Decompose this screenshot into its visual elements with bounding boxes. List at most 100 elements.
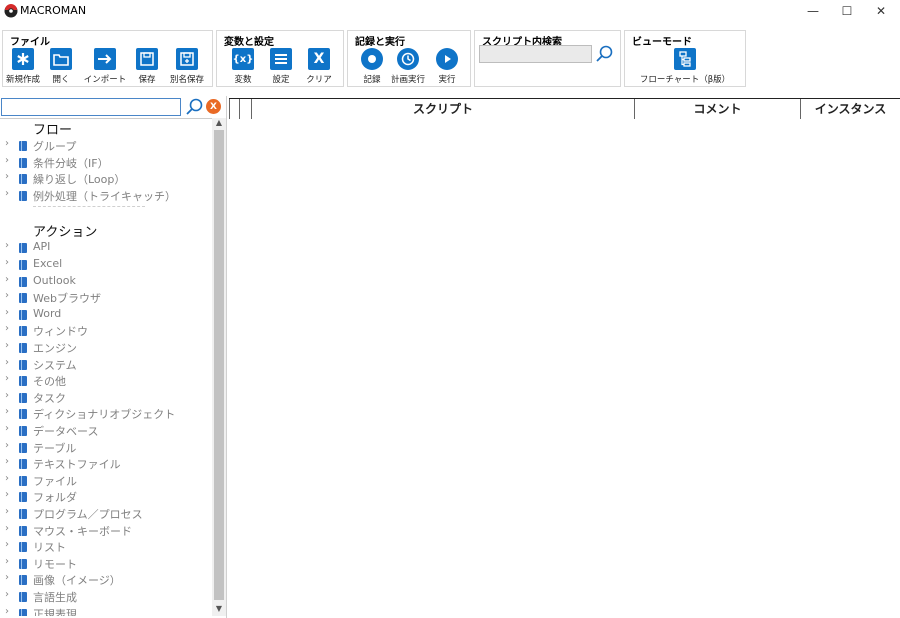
tree-item[interactable]: › Outlook (0, 274, 210, 290)
chevron-right-icon[interactable]: › (5, 307, 9, 318)
search-icon[interactable] (594, 44, 614, 64)
scroll-down-icon[interactable]: ▼ (212, 604, 226, 616)
section-divider (33, 206, 145, 208)
schedule-icon (397, 48, 419, 70)
chevron-right-icon[interactable]: › (5, 373, 9, 384)
tree-item[interactable]: › ディクショナリオブジェクト (0, 406, 210, 422)
action-filter-input[interactable] (1, 98, 181, 116)
save-as-button[interactable]: 別名保存 (165, 47, 209, 87)
chevron-right-icon[interactable]: › (5, 556, 9, 567)
tree-item[interactable]: › 言語生成 (0, 589, 210, 605)
grid-col-number[interactable] (239, 99, 251, 119)
tree-item[interactable]: › Webブラウザ (0, 290, 210, 306)
tree-item[interactable]: › データベース (0, 423, 210, 439)
tree-item-label: Webブラウザ (33, 292, 101, 306)
tree-item[interactable]: › システム (0, 357, 210, 373)
vertical-scrollbar[interactable]: ▲ ▼ (212, 118, 226, 616)
chevron-right-icon[interactable]: › (5, 155, 9, 166)
book-icon (19, 326, 27, 337)
tree-item-label: 正規表現 (33, 607, 77, 616)
chevron-right-icon[interactable]: › (5, 357, 9, 368)
ribbon-group-variables: 変数と設定 {x} 変数 設定 X クリア (216, 30, 344, 87)
tree-item[interactable]: › 正規表現 (0, 606, 210, 616)
tree-item[interactable]: › 例外処理（トライキャッチ） (0, 188, 210, 204)
chevron-right-icon[interactable]: › (5, 489, 9, 500)
book-icon (19, 141, 27, 151)
chevron-right-icon[interactable]: › (5, 506, 9, 517)
chevron-right-icon[interactable]: › (5, 390, 9, 401)
scroll-up-icon[interactable]: ▲ (212, 118, 226, 130)
chevron-right-icon[interactable]: › (5, 473, 9, 484)
book-icon (19, 608, 27, 616)
chevron-right-icon[interactable]: › (5, 440, 9, 451)
tree-item[interactable]: › エンジン (0, 340, 210, 356)
chevron-right-icon[interactable]: › (5, 539, 9, 550)
tree-item[interactable]: › ウィンドウ (0, 323, 210, 339)
section-header: フロー (33, 123, 73, 138)
grid-col-comment[interactable]: コメント (634, 99, 800, 119)
tree-item[interactable]: › テーブル (0, 440, 210, 456)
chevron-right-icon[interactable]: › (5, 572, 9, 583)
tree-item[interactable]: › 繰り返し（Loop） (0, 171, 210, 187)
tree-item[interactable]: › API (0, 240, 210, 256)
chevron-right-icon[interactable]: › (5, 290, 9, 301)
variable-icon: {x} (232, 48, 254, 70)
book-icon (19, 343, 27, 353)
chevron-right-icon[interactable]: › (5, 257, 9, 268)
book-icon (19, 157, 27, 168)
tree-item-label: プログラム／プロセス (33, 508, 143, 521)
chevron-right-icon[interactable]: › (5, 606, 9, 616)
tree-item[interactable]: › リスト (0, 539, 210, 555)
chevron-right-icon[interactable]: › (5, 171, 9, 182)
book-icon (19, 260, 27, 270)
close-window-button[interactable]: ✕ (864, 0, 898, 22)
tree-item[interactable]: › タスク (0, 390, 210, 406)
chevron-right-icon[interactable]: › (5, 138, 9, 149)
tree-item[interactable]: › リモート (0, 556, 210, 572)
chevron-right-icon[interactable]: › (5, 188, 9, 199)
book-icon (19, 525, 27, 536)
scroll-thumb[interactable] (214, 130, 224, 600)
chevron-right-icon[interactable]: › (5, 523, 9, 534)
tree-item[interactable]: › その他 (0, 373, 210, 389)
grid-col-marker[interactable] (229, 99, 239, 119)
tree-item[interactable]: › Excel (0, 257, 210, 273)
grid-col-instance[interactable]: インスタンス (800, 99, 900, 119)
chevron-right-icon[interactable]: › (5, 240, 9, 251)
tree-item-label: API (33, 240, 51, 254)
chevron-right-icon[interactable]: › (5, 589, 9, 600)
chevron-right-icon[interactable]: › (5, 456, 9, 467)
filter-search-icon[interactable] (184, 97, 204, 117)
tree-item[interactable]: › フォルダ (0, 489, 210, 505)
script-search-input[interactable] (479, 45, 592, 63)
chevron-right-icon[interactable]: › (5, 406, 9, 417)
tree-item[interactable]: › ファイル (0, 473, 210, 489)
tree-item-label: タスク (33, 391, 66, 405)
save-icon (136, 48, 158, 70)
ribbon-group-record: 記録と実行 記録 計画実行 実行 (347, 30, 471, 87)
tree-item-label: 条件分岐（IF） (33, 156, 109, 170)
tree-item[interactable]: › 条件分岐（IF） (0, 155, 210, 171)
action-tree: フロー › グループ › 条件分岐（IF） › 繰り返し（Loop） › 例外処理（トライキャッ… (0, 118, 212, 616)
grid-col-script[interactable]: スクリプト (251, 99, 634, 119)
chevron-right-icon[interactable]: › (5, 323, 9, 334)
maximize-button[interactable]: ☐ (830, 0, 864, 22)
clear-label: クリア (306, 75, 332, 85)
flowchart-button[interactable]: フローチャート（β版） (640, 47, 730, 87)
chevron-right-icon[interactable]: › (5, 340, 9, 351)
book-icon (19, 492, 27, 503)
clear-button[interactable]: X クリア (297, 47, 341, 87)
script-grid-header: スクリプト コメント インスタンス (229, 98, 900, 119)
tree-item[interactable]: › Word (0, 307, 210, 323)
minimize-button[interactable]: — (796, 0, 830, 22)
chevron-right-icon[interactable]: › (5, 274, 9, 285)
tree-item[interactable]: › テキストファイル (0, 456, 210, 472)
tree-item[interactable]: › プログラム／プロセス (0, 506, 210, 522)
tree-item[interactable]: › マウス・キーボード (0, 523, 210, 539)
tree-item[interactable]: › 画像（イメージ） (0, 572, 210, 588)
chevron-right-icon[interactable]: › (5, 423, 9, 434)
filter-clear-icon[interactable]: X (206, 99, 221, 114)
tree-item[interactable]: › グループ (0, 138, 210, 154)
run-button[interactable]: 実行 (425, 47, 469, 87)
group-label-view-mode: ビューモード (632, 37, 692, 48)
